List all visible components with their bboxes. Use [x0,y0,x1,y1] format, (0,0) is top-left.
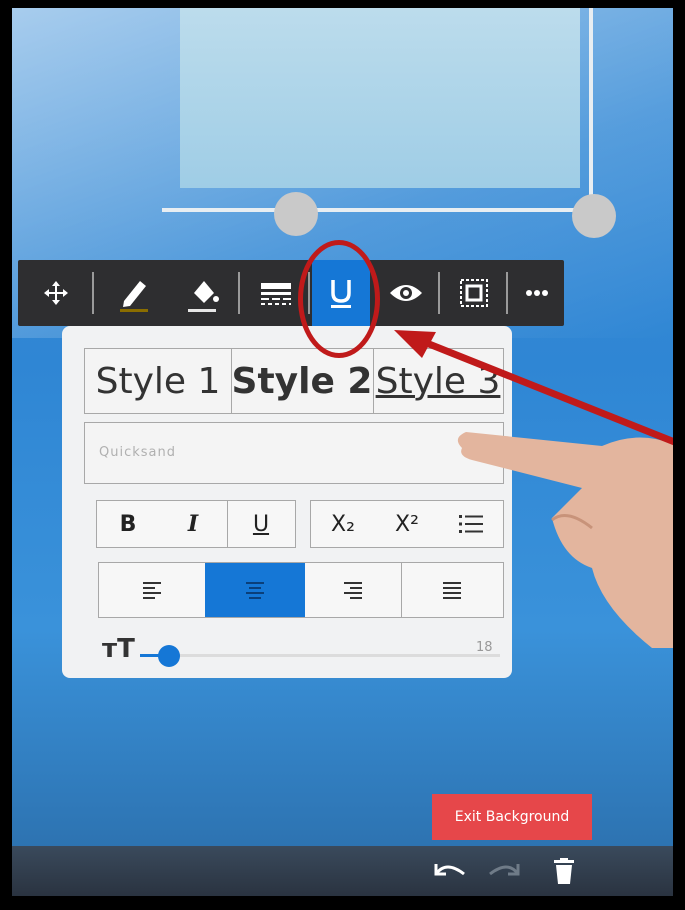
font-field-placeholder: Quicksand [99,445,176,460]
italic-label: I [187,511,199,537]
align-right-button[interactable] [305,563,401,617]
subscript-label: X₂ [331,511,355,537]
redo-icon[interactable] [486,860,522,882]
exit-background-button[interactable]: Exit Background [432,794,592,840]
paint-bucket-icon [188,281,219,312]
align-left-icon [143,582,161,599]
toolbar-divider [238,272,240,314]
font-size-thumb[interactable] [158,645,180,667]
more-dots-icon [526,290,548,296]
line-style-button[interactable] [246,260,306,326]
move-button[interactable] [26,260,86,326]
eye-icon [390,285,422,301]
annotation-circle [298,240,380,358]
toolbar-divider [438,272,440,314]
style-1-tab[interactable]: Style 1 [85,349,231,413]
bold-button[interactable]: B [97,501,159,547]
bold-label: B [119,511,137,537]
align-center-button[interactable] [205,563,305,617]
align-left-button[interactable] [99,563,205,617]
font-size-fill [140,654,160,657]
undo-icon[interactable] [432,860,468,882]
italic-button[interactable]: I [159,501,227,547]
select-box-icon [460,279,488,307]
fill-color-button[interactable] [170,260,234,326]
style-1-label: Style 1 [95,360,221,402]
alignment-group [98,562,504,618]
text-format-group: B I U [96,500,296,548]
background-image-area [180,8,580,188]
group-button[interactable] [444,260,504,326]
bottom-bar [12,846,673,896]
pen-color-button[interactable] [102,260,166,326]
object-toolbar [18,260,564,326]
style-2-label: Style 2 [232,360,372,402]
font-size-track[interactable] [140,645,500,667]
toolbar-divider [92,272,94,314]
font-size-icon: тT [102,634,135,664]
pencil-icon [120,281,148,312]
align-center-icon [246,582,264,599]
underline-label: U [252,511,270,537]
touchscreen: Style 1 Style 2 Style 3 Quicksand B I U … [12,8,673,896]
underline-button[interactable]: U [228,501,294,547]
visibility-button[interactable] [374,260,438,326]
superscript-label: X² [395,511,419,537]
resize-handle[interactable] [572,194,616,238]
line-style-icon [261,283,291,305]
subscript-button[interactable]: X₂ [311,501,375,547]
resize-handle[interactable] [274,192,318,236]
superscript-button[interactable]: X² [375,501,439,547]
selection-frame-line [589,8,593,208]
trash-icon[interactable] [552,858,576,884]
exit-background-label: Exit Background [454,809,570,825]
style-2-tab[interactable]: Style 2 [232,349,372,413]
annotation-arrow [394,330,673,446]
align-right-icon [344,582,362,599]
toolbar-divider [506,272,508,314]
move-arrows-icon [44,281,68,305]
more-button[interactable] [512,260,562,326]
selection-frame-line [162,208,592,212]
